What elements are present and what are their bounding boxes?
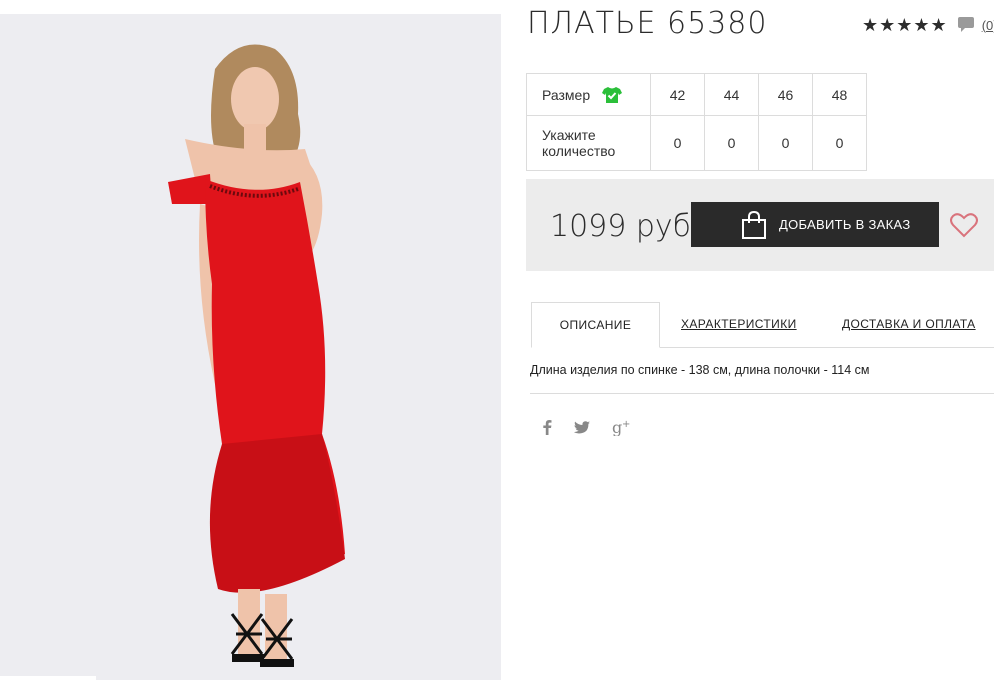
product-description: Длина изделия по спинке - 138 см, длина …	[530, 363, 870, 377]
size-cell: 42	[650, 73, 705, 116]
product-price: 1099 руб	[550, 209, 692, 244]
comment-icon[interactable]	[957, 17, 976, 33]
size-cell: 46	[758, 73, 813, 116]
rating-stars[interactable]: ★★★★★	[862, 16, 948, 34]
quantity-row: Укажите количество 0 0 0 0	[526, 115, 867, 171]
photo-bottom-strip	[0, 676, 96, 680]
tab-delivery-payment-label: ДОСТАВКА И ОПЛАТА	[842, 317, 976, 331]
heart-icon[interactable]	[950, 212, 978, 238]
product-tabs: ОПИСАНИЕ ХАРАКТЕРИСТИКИ ДОСТАВКА И ОПЛАТ…	[531, 302, 994, 348]
quantity-input[interactable]: 0	[704, 115, 759, 171]
rating-block: ★★★★★ (0)	[862, 16, 994, 34]
size-table: Размер 42 44 46 48 Укажите количество 0 …	[526, 73, 867, 171]
add-to-order-button[interactable]: ДОБАВИТЬ В ЗАКАЗ	[691, 202, 939, 247]
quantity-label: Укажите количество	[526, 115, 651, 171]
shopping-bag-icon	[742, 210, 766, 239]
size-cell: 44	[704, 73, 759, 116]
tab-delivery-payment[interactable]: ДОСТАВКА И ОПЛАТА	[842, 302, 976, 346]
quantity-input[interactable]: 0	[758, 115, 813, 171]
product-title: ПЛАТЬЕ 65380	[527, 6, 768, 41]
svg-text:+: +	[622, 419, 630, 430]
google-plus-icon[interactable]: g +	[612, 418, 632, 436]
svg-text:g: g	[612, 418, 622, 436]
size-label-cell: Размер	[526, 73, 651, 116]
facebook-icon[interactable]	[542, 419, 552, 435]
quantity-input[interactable]: 0	[812, 115, 867, 171]
quantity-input[interactable]: 0	[650, 115, 705, 171]
tshirt-check-icon[interactable]	[602, 86, 623, 104]
size-cell: 48	[812, 73, 867, 116]
size-label: Размер	[542, 86, 591, 103]
tab-characteristics-label: ХАРАКТЕРИСТИКИ	[681, 317, 797, 331]
price-cart-panel: 1099 руб ДОБАВИТЬ В ЗАКАЗ	[526, 179, 994, 271]
tab-description[interactable]: ОПИСАНИЕ	[531, 302, 660, 348]
dress-model-image	[168, 44, 345, 667]
divider	[530, 393, 994, 394]
twitter-icon[interactable]	[574, 420, 590, 434]
comment-count-link[interactable]: (0)	[982, 18, 994, 33]
tab-description-label: ОПИСАНИЕ	[559, 318, 632, 332]
tab-characteristics[interactable]: ХАРАКТЕРИСТИКИ	[681, 302, 797, 346]
product-photo[interactable]	[0, 14, 501, 680]
add-to-order-label: ДОБАВИТЬ В ЗАКАЗ	[779, 217, 911, 232]
social-share: g +	[542, 418, 654, 436]
size-row: Размер 42 44 46 48	[526, 73, 867, 116]
